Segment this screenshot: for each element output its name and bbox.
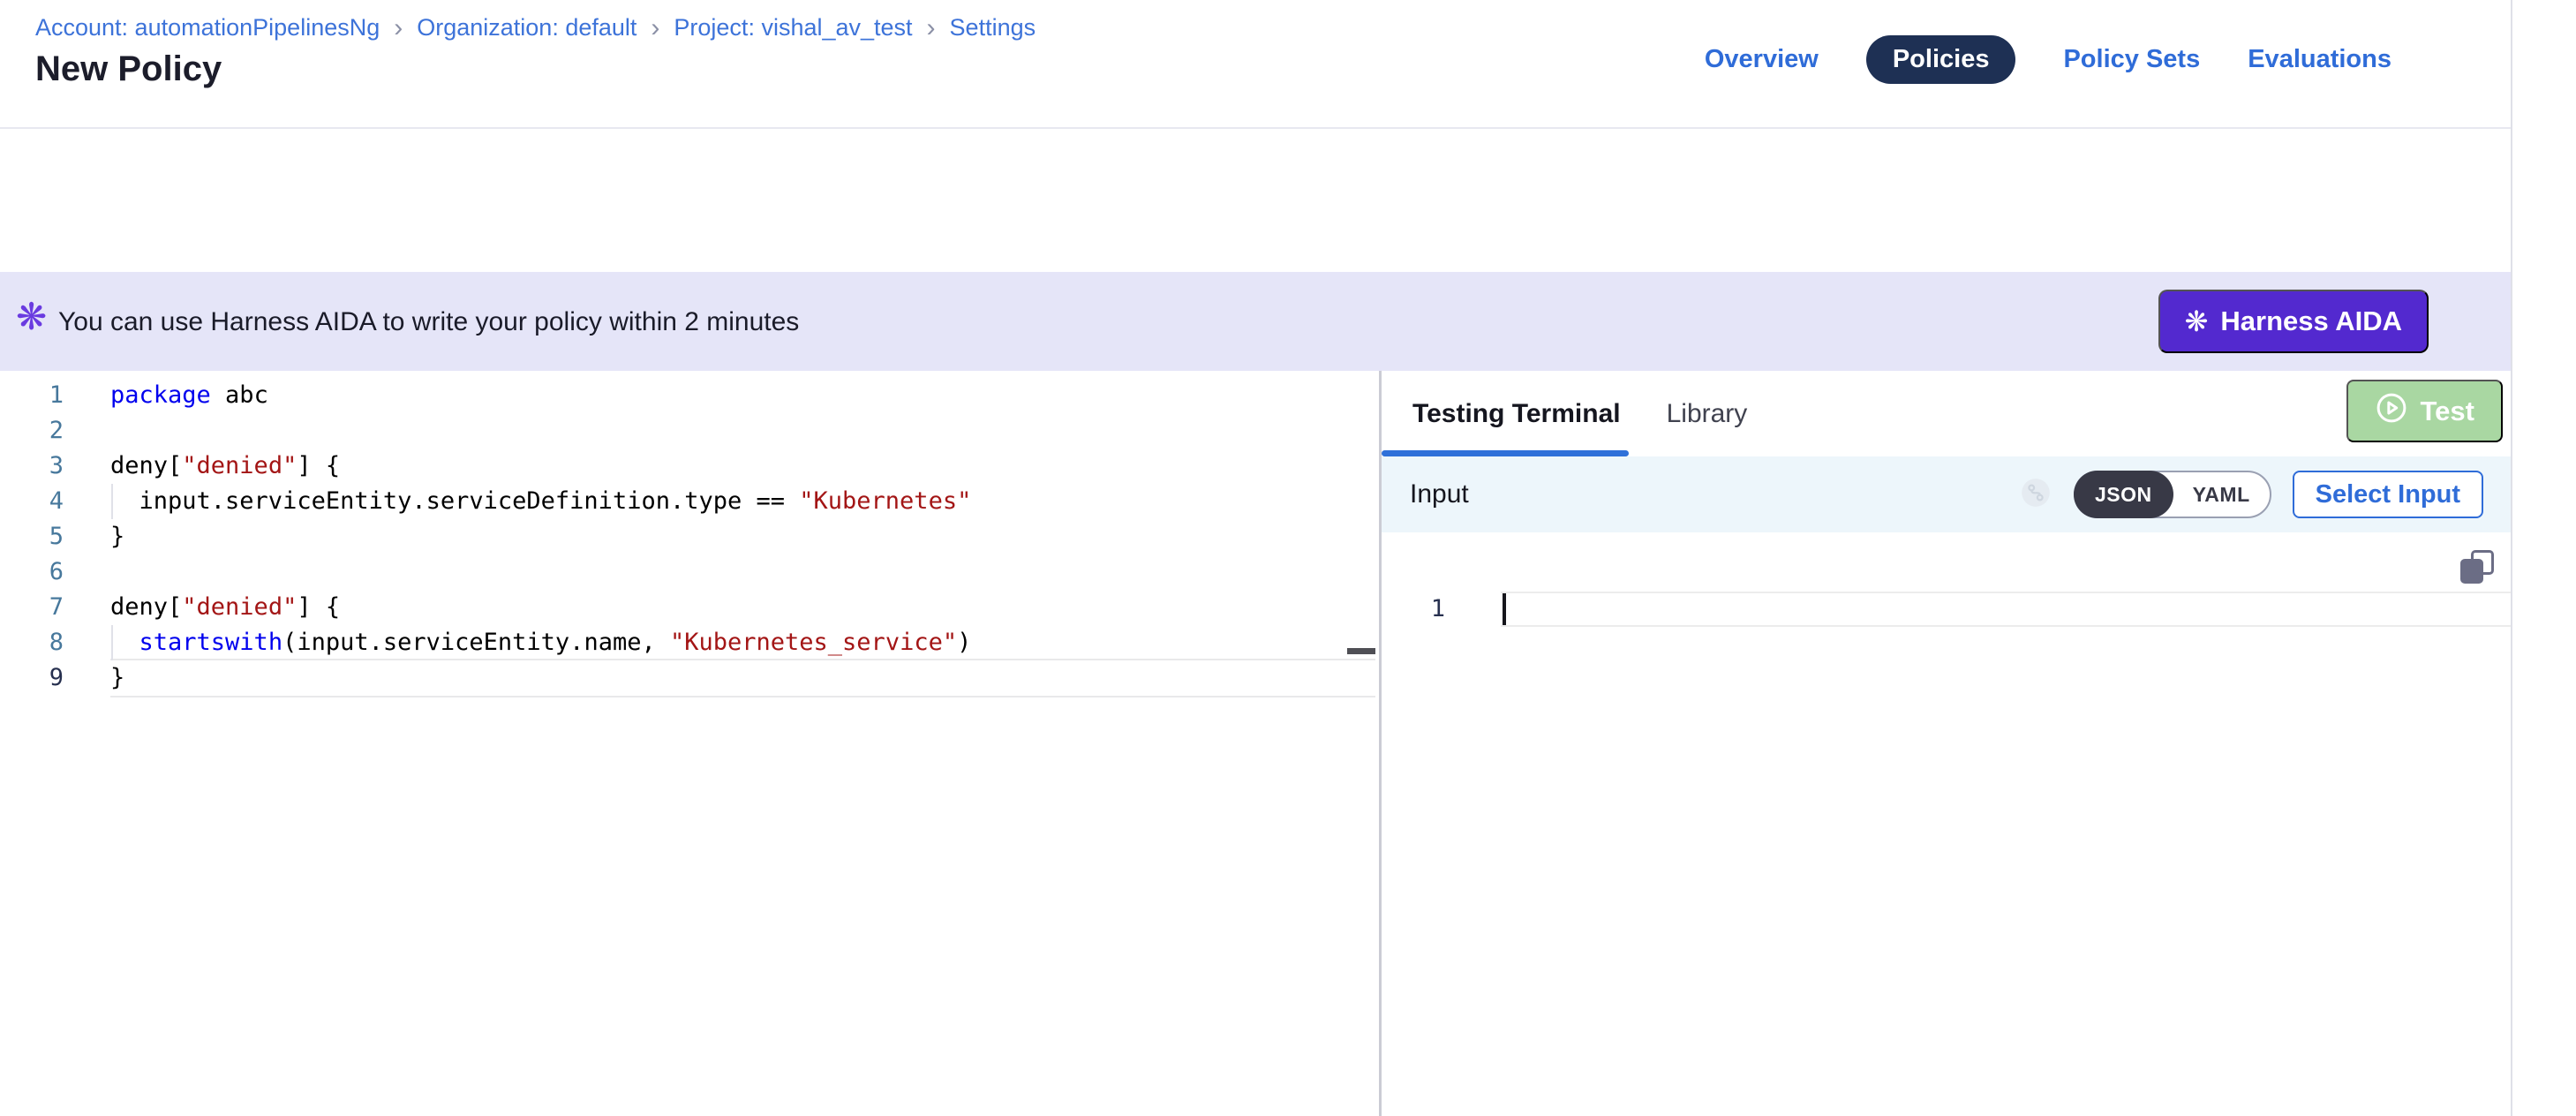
aida-flower-icon: ❋ [16, 298, 47, 336]
breadcrumb-item-organization[interactable]: Organization: default [417, 14, 636, 41]
code-lines: 1package abc23deny["denied"] {4 input.se… [0, 378, 1379, 696]
policy-page: Account: automationPipelinesNg › Organizat… [0, 0, 2576, 1116]
policy-toolbar: Default_Service_Policy Save Discard [0, 129, 2512, 272]
aida-banner: ❋ You can use Harness AIDA to write your… [0, 272, 2512, 371]
code-line-8: 8 startswith(input.serviceEntity.name, "… [0, 625, 1379, 660]
code-line-7: 7 deny["denied"] { [0, 590, 1379, 625]
code-content: input.serviceEntity.serviceDefinition.ty… [110, 484, 971, 519]
branch-icon [2019, 476, 2053, 514]
input-editor[interactable]: 1 [1382, 592, 2512, 627]
code-content: deny["denied"] { [110, 449, 340, 484]
line-number: 6 [0, 554, 64, 590]
nav-tab-overview[interactable]: Overview [1705, 45, 1819, 74]
nav-tab-evaluations[interactable]: Evaluations [2248, 45, 2391, 74]
input-label: Input [1410, 479, 1469, 509]
aida-banner-message: You can use Harness AIDA to write your p… [58, 307, 799, 337]
line-number: 2 [0, 413, 64, 449]
code-content: } [110, 660, 124, 696]
input-line-number: 1 [1382, 592, 1445, 627]
nav-tabs: Overview Policies Policy Sets Evaluations [1705, 35, 2391, 84]
text-cursor [1503, 593, 1506, 625]
panel-tabs: Testing Terminal Library [1382, 371, 2512, 456]
line-number: 9 [0, 660, 64, 696]
aida-button-flower-icon: ❋ [2185, 307, 2209, 336]
indent-guide [111, 484, 113, 519]
line-number: 5 [0, 519, 64, 554]
code-line-3: 3 deny["denied"] { [0, 449, 1379, 484]
overview-ruler-cursor-mark [1347, 648, 1375, 654]
aida-button-label: Harness AIDA [2220, 305, 2402, 337]
active-tab-underline [1382, 450, 1629, 456]
copy-icon[interactable] [2460, 550, 2494, 584]
tab-library[interactable]: Library [1667, 399, 1748, 429]
code-content: startswith(input.serviceEntity.name, "Ku… [110, 625, 971, 660]
test-button-label: Test [2421, 396, 2474, 427]
format-option-yaml[interactable]: YAML [2173, 471, 2270, 518]
code-line-1: 1 package abc [0, 378, 1379, 413]
format-option-json[interactable]: JSON [2074, 471, 2173, 518]
test-button[interactable]: Test [2346, 380, 2503, 442]
indent-guide [111, 625, 113, 660]
line-number: 8 [0, 625, 64, 660]
code-line-9: 9} [0, 660, 1379, 696]
breadcrumb-item-project[interactable]: Project: vishal_av_test [674, 14, 912, 41]
code-line-2: 2 [0, 413, 1379, 449]
code-content: package abc [110, 378, 268, 413]
nav-tab-policies[interactable]: Policies [1866, 35, 2016, 84]
harness-aida-button[interactable]: ❋ Harness AIDA [2158, 290, 2429, 353]
page-title: New Policy [35, 49, 222, 89]
input-bar-controls: JSONYAML Select Input [2019, 471, 2483, 518]
tab-testing-terminal[interactable]: Testing Terminal [1412, 399, 1621, 429]
testing-panel: Testing Terminal Library Test Input [1382, 371, 2512, 1116]
code-content: } [110, 519, 124, 554]
breadcrumb-separator-icon: › [651, 16, 659, 40]
breadcrumb-separator-icon: › [927, 16, 936, 40]
breadcrumb-separator-icon: › [394, 16, 403, 40]
code-content: deny["denied"] { [110, 590, 340, 625]
line-number: 1 [0, 378, 64, 413]
breadcrumb-item-settings[interactable]: Settings [950, 14, 1036, 41]
code-line-6: 6 [0, 554, 1379, 590]
policy-code-editor[interactable]: 1package abc23deny["denied"] {4 input.se… [0, 371, 1379, 1116]
code-line-4: 4 input.serviceEntity.serviceDefinition.… [0, 484, 1379, 519]
code-line-5: 5} [0, 519, 1379, 554]
line-number: 4 [0, 484, 64, 519]
play-icon [2375, 391, 2408, 432]
select-input-button[interactable]: Select Input [2293, 471, 2483, 518]
input-current-line [1501, 592, 2512, 627]
input-section-header: Input JSONYAML Select Input [1382, 456, 2512, 532]
format-toggle: JSONYAML [2074, 471, 2271, 518]
line-number: 7 [0, 590, 64, 625]
breadcrumb-item-account[interactable]: Account: automationPipelinesNg [35, 14, 380, 41]
breadcrumb: Account: automationPipelinesNg › Organizat… [35, 14, 1036, 41]
nav-tab-policy-sets[interactable]: Policy Sets [2063, 45, 2200, 74]
line-number: 3 [0, 449, 64, 484]
page-header: Account: automationPipelinesNg › Organizat… [0, 0, 2512, 129]
right-edge-divider [2511, 0, 2512, 1116]
